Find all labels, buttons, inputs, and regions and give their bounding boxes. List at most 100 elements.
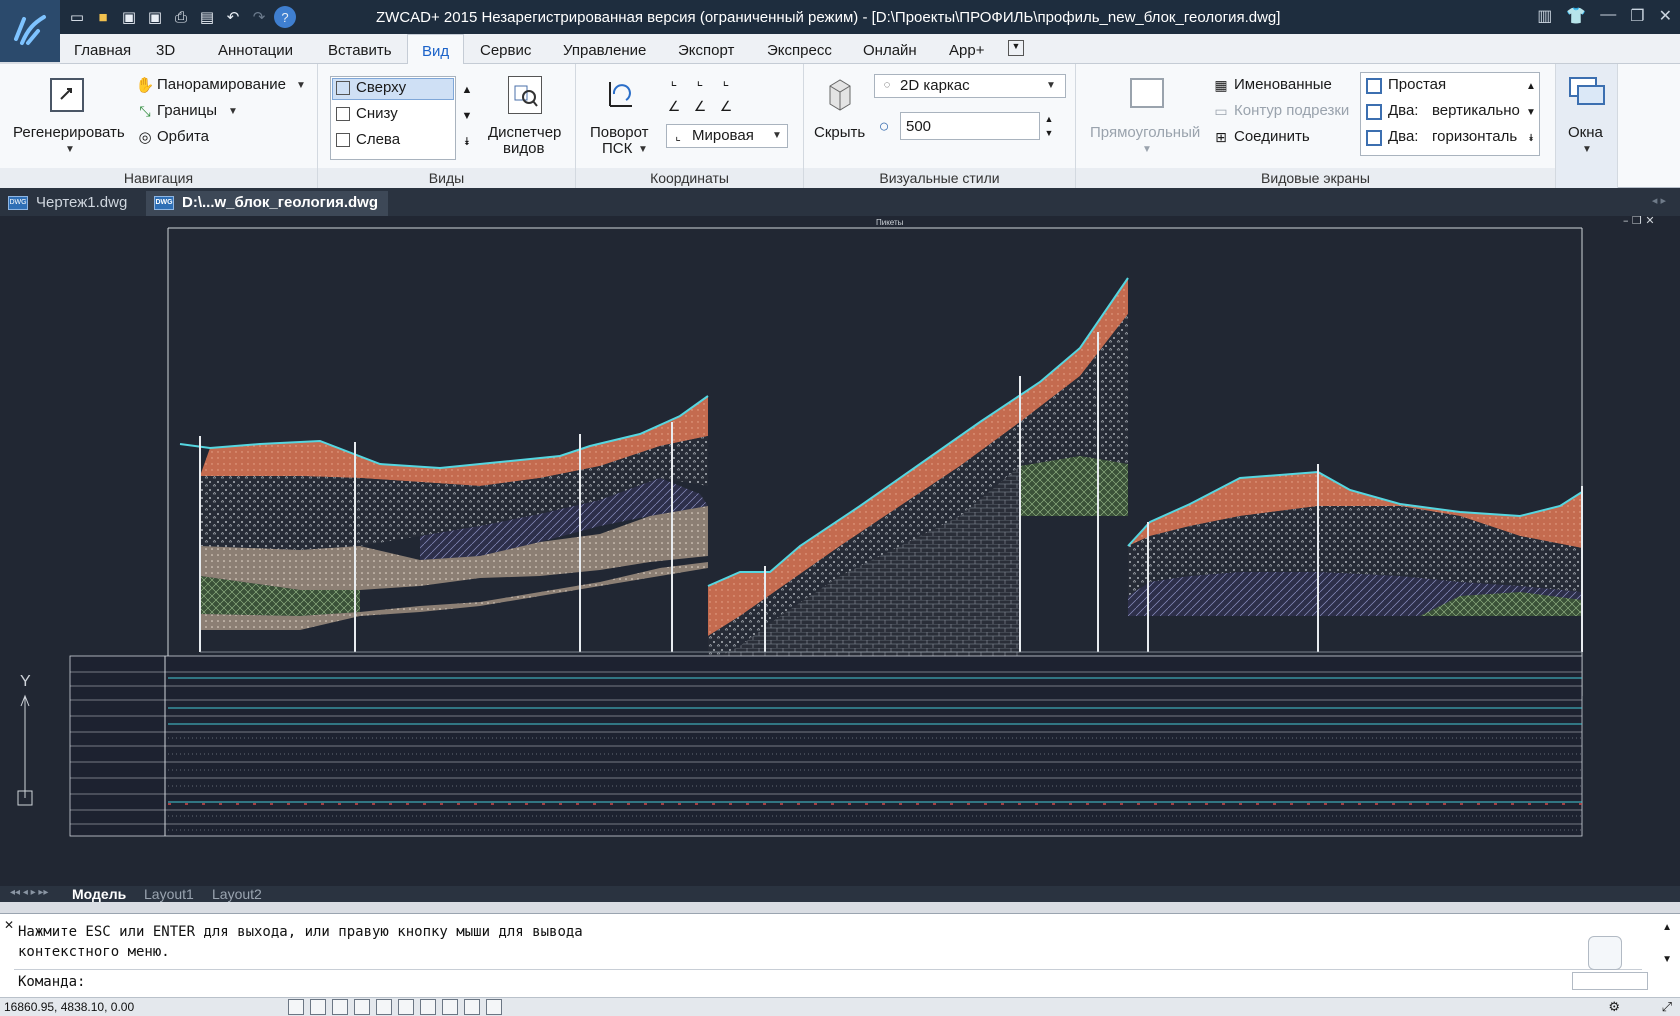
ucs-icon-4[interactable]: ∠ [664, 96, 684, 116]
orbit-button[interactable]: Орбита [157, 128, 209, 145]
viewport-simple[interactable]: Простая [1388, 76, 1446, 93]
theme-icon[interactable]: 👕 [1566, 6, 1586, 26]
bounds-button[interactable]: Границы [157, 102, 217, 119]
tab-annotations[interactable]: Аннотации [218, 42, 293, 59]
view-item-bottom[interactable]: Снизу [356, 105, 398, 122]
vp-scroll-up-icon[interactable]: ▲ [1524, 74, 1538, 98]
geology-profile-drawing[interactable]: Пикеты Y – ❐ ✕ [0, 216, 1680, 902]
save-icon[interactable]: ▣ [118, 6, 140, 28]
ortho-icon[interactable] [332, 999, 348, 1015]
view-item-left[interactable]: Слева [356, 131, 400, 148]
vp-scroll-down-icon[interactable]: ▼ [1524, 100, 1538, 124]
ucs-icon-6[interactable]: ∠ [716, 96, 736, 116]
minimize-button[interactable]: — [1600, 6, 1616, 26]
tab-home[interactable]: Главная [74, 42, 131, 59]
osnap-icon[interactable] [376, 999, 392, 1015]
ribbon-options-icon[interactable]: ▼ [1008, 40, 1024, 56]
command-scroll-up-icon[interactable]: ▲ [1662, 922, 1672, 933]
print-icon[interactable]: ⎙ [170, 6, 192, 28]
window-controls: ▥ 👕 — ❐ ✕ [1537, 6, 1672, 26]
maximize-button[interactable]: ❐ [1630, 6, 1644, 26]
spin-up-icon[interactable]: ▲ [1042, 112, 1056, 126]
ucs-icon-5[interactable]: ∠ [690, 96, 710, 116]
ucs-rotate-label-1[interactable]: Поворот [590, 124, 649, 141]
two-horizontal-icon [1366, 130, 1382, 146]
hide-button[interactable]: Скрыть [814, 124, 865, 141]
view-item-top[interactable]: Сверху [356, 79, 406, 96]
expand-icon[interactable]: ⯯ [460, 130, 474, 154]
viewport-two-v-value[interactable]: вертикально [1432, 102, 1520, 119]
scroll-down-icon[interactable]: ▼ [460, 104, 474, 128]
rect-viewport-button[interactable]: Прямоугольный [1090, 124, 1200, 141]
dyn-icon[interactable] [420, 999, 436, 1015]
drawing-canvas[interactable]: Пикеты Y – ❐ ✕ ◂◂ ◂ ▸ ▸▸ Модель Layout1 … [0, 216, 1680, 902]
resolution-value: 500 [906, 118, 932, 135]
viewport-two-h-value[interactable]: горизонталь [1432, 128, 1522, 145]
quick-access-toolbar: ▭ ■ ▣ ▣ ⎙ ▤ ↶ ↷ ? [66, 6, 296, 28]
close-command-icon[interactable]: ✕ [4, 918, 14, 932]
pan-button[interactable]: Панорамирование [157, 76, 286, 93]
regen-icon[interactable] [50, 78, 84, 112]
panel-title-navigation: Навигация [0, 168, 317, 188]
viewport-two-h-label[interactable]: Два: [1388, 128, 1418, 145]
tab-insert[interactable]: Вставить [328, 42, 392, 59]
tab-manage[interactable]: Управление [563, 42, 646, 59]
settings-gear-icon[interactable]: ⚙ [1608, 999, 1620, 1015]
polar-icon[interactable] [354, 999, 370, 1015]
scroll-up-icon[interactable]: ▲ [460, 78, 474, 102]
dwg-file-icon: DWG [154, 196, 174, 210]
model-space-icon[interactable] [464, 999, 480, 1015]
spin-down-icon[interactable]: ▼ [1042, 126, 1056, 140]
windows-button[interactable]: Окна [1568, 124, 1603, 141]
close-button[interactable]: ✕ [1659, 6, 1672, 26]
vp-expand-icon[interactable]: ⯯ [1524, 126, 1538, 150]
tab-3d[interactable]: 3D [156, 42, 175, 59]
lineweight-icon[interactable] [442, 999, 458, 1015]
otrack-icon[interactable] [398, 999, 414, 1015]
layout-tab-1[interactable]: Layout1 [144, 886, 194, 902]
layout-nav-icon[interactable]: ◂◂ ◂ ▸ ▸▸ [10, 887, 48, 898]
tab-view[interactable]: Вид [407, 34, 465, 65]
tab-service[interactable]: Сервис [480, 42, 531, 59]
open-icon[interactable]: ■ [92, 6, 114, 28]
ucs-icon-1[interactable]: ⌞ [664, 70, 684, 90]
command-scroll-down-icon[interactable]: ▼ [1662, 954, 1672, 965]
doc-tab-drawing1[interactable]: DWG Чертеж1.dwg [0, 191, 137, 216]
ucs-rotate-label-2[interactable]: ПСК [602, 140, 632, 157]
join-button[interactable]: Соединить [1234, 128, 1310, 145]
layout-switch-icon[interactable]: ▥ [1537, 6, 1552, 26]
print-preview-icon[interactable]: ▤ [196, 6, 218, 28]
fullscreen-icon[interactable]: ⤢ [1662, 999, 1672, 1015]
named-viewports-button[interactable]: Именованные [1234, 76, 1332, 93]
ucs-icon-3[interactable]: ⌞ [716, 70, 736, 90]
selection-icon[interactable] [486, 999, 502, 1015]
command-hscroll[interactable] [1572, 972, 1648, 990]
clip-button[interactable]: Контур подрезки [1234, 102, 1349, 119]
regen-button[interactable]: Регенерировать [13, 124, 125, 141]
tab-scroll-icon[interactable]: ◂ ▸ [1652, 194, 1666, 207]
tab-express[interactable]: Экспресс [767, 42, 832, 59]
save-as-icon[interactable]: ▣ [144, 6, 166, 28]
layout-tab-2[interactable]: Layout2 [212, 886, 262, 902]
help-icon[interactable]: ? [274, 6, 296, 28]
undo-icon[interactable]: ↶ [222, 6, 244, 28]
viewport-two-v-label[interactable]: Два: [1388, 102, 1418, 119]
app-logo[interactable] [0, 0, 60, 62]
new-icon[interactable]: ▭ [66, 6, 88, 28]
view-top-icon [336, 81, 350, 95]
redo-icon[interactable]: ↷ [248, 6, 270, 28]
tab-appplus[interactable]: App+ [949, 42, 984, 59]
tab-online[interactable]: Онлайн [863, 42, 917, 59]
ucs-icon-2[interactable]: ⌞ [690, 70, 710, 90]
tab-export[interactable]: Экспорт [678, 42, 734, 59]
windows-icon [1568, 74, 1606, 108]
snap-icon[interactable] [288, 999, 304, 1015]
view-manager-label-1[interactable]: Диспетчер [488, 124, 561, 141]
layout-tab-model[interactable]: Модель [72, 886, 126, 902]
doc-tab-geology[interactable]: DWG D:\...w_блок_геология.dwg [146, 191, 388, 216]
grid-icon[interactable] [310, 999, 326, 1015]
view-manager-label-2[interactable]: видов [503, 140, 544, 157]
command-prompt[interactable]: Команда: [18, 974, 85, 990]
command-float-icon[interactable] [1588, 936, 1622, 970]
dwg-file-icon: DWG [8, 196, 28, 210]
